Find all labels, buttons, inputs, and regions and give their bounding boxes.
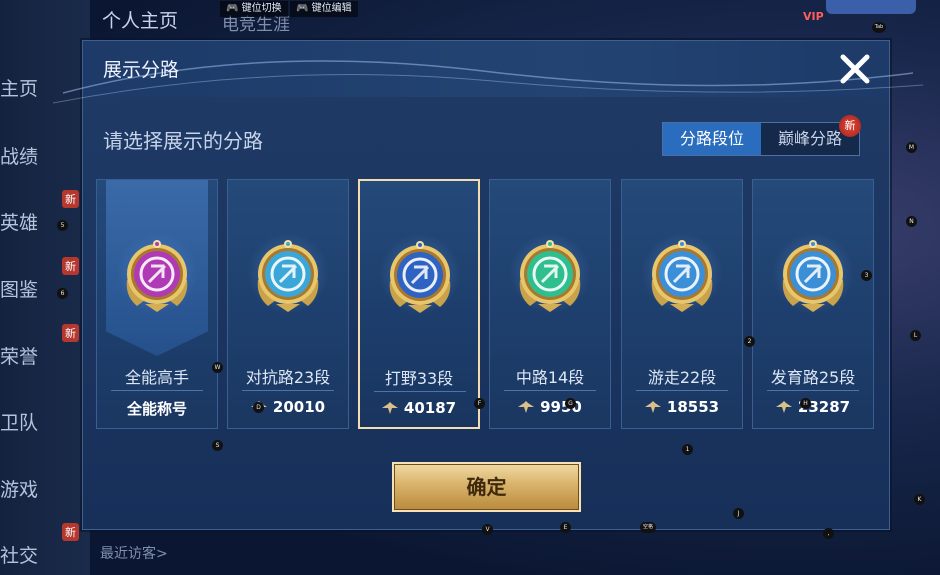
close-button[interactable]	[835, 49, 875, 89]
route-select-dialog: 展示分路 请选择展示的分路 分路段位 巅峰分路 新 全能高手 全能称号 对抗路23段…	[53, 40, 923, 530]
card-divider	[504, 390, 596, 391]
key-hint-marker: H	[800, 398, 811, 409]
rank-points-icon	[518, 401, 535, 413]
key-hint-marker: W	[212, 362, 223, 373]
sidebar-item-5[interactable]: 荣誉	[0, 342, 60, 369]
sidebar-item-8[interactable]: 社交	[0, 541, 60, 568]
tab-route-rank[interactable]: 分路段位	[663, 123, 761, 155]
route-card-2[interactable]: 对抗路23段 20010	[227, 179, 349, 429]
sidebar-new-badge: 新	[62, 324, 79, 342]
gamepad-icon: 🎮	[296, 3, 312, 14]
key-hint-marker: ,	[823, 528, 834, 539]
key-hint-marker: 2	[744, 336, 755, 347]
route-score: 23287	[753, 398, 873, 416]
key-hint-tab: Tab	[872, 22, 886, 33]
card-divider	[374, 391, 466, 392]
route-card-1[interactable]: 全能高手 全能称号	[96, 179, 218, 429]
route-score: 全能称号	[97, 398, 217, 419]
key-edit-hint[interactable]: 🎮 键位编辑	[290, 1, 358, 17]
key-hint-marker: K	[914, 494, 925, 505]
sidebar-new-badge: 新	[62, 523, 79, 541]
route-card-4[interactable]: 中路14段 9950	[489, 179, 611, 429]
key-hint-marker: 空格	[640, 522, 656, 533]
rank-points-icon	[644, 401, 661, 413]
sidebar-item-2[interactable]: 战绩	[0, 142, 60, 169]
vip-badge: VIP	[803, 10, 824, 23]
route-score-value: 18553	[666, 398, 720, 416]
sidebar-item-1[interactable]: 主页	[0, 74, 60, 101]
route-card-3[interactable]: 打野33段 40187	[358, 179, 480, 429]
route-card-6[interactable]: 发育路25段 23287	[752, 179, 874, 429]
key-hint-marker: D	[253, 402, 264, 413]
recent-visitors-link[interactable]: 最近访客>	[100, 543, 168, 563]
route-score: 18553	[622, 398, 742, 416]
route-medal-icon	[519, 240, 581, 312]
key-hint-marker: M	[906, 142, 917, 153]
sidebar-new-badge: 新	[62, 190, 79, 208]
key-hint-marker: N	[906, 216, 917, 227]
sidebar-item-6[interactable]: 卫队	[0, 408, 60, 435]
route-score: 20010	[228, 398, 348, 416]
route-name: 发育路25段	[770, 368, 856, 387]
header-swoosh-decoration	[53, 60, 923, 104]
key-hint-marker: J	[733, 508, 744, 519]
all-round-medal-icon	[126, 240, 188, 312]
sidebar-item-7[interactable]: 游戏	[0, 475, 60, 502]
key-hint-marker: E	[560, 522, 571, 533]
card-divider	[242, 390, 334, 391]
dialog-subtitle: 请选择展示的分路	[103, 129, 263, 153]
route-medal-icon	[651, 240, 713, 312]
key-hint-marker: 5	[57, 220, 68, 231]
route-medal-icon	[389, 241, 451, 313]
key-hint-marker: S	[212, 440, 223, 451]
key-hint-marker: V	[482, 524, 493, 535]
route-name: 对抗路23段	[245, 368, 331, 387]
card-divider	[767, 390, 859, 391]
route-name: 全能高手	[124, 368, 189, 387]
key-switch-hint[interactable]: 🎮 键位切换	[220, 1, 288, 17]
route-score: 9950	[490, 398, 610, 416]
route-card-5[interactable]: 游走22段 18553	[621, 179, 743, 429]
key-hint-marker: 1	[682, 444, 693, 455]
route-score: 40187	[360, 399, 478, 417]
confirm-button[interactable]: 确定	[392, 462, 581, 512]
route-tabs: 分路段位 巅峰分路	[662, 122, 860, 156]
route-score-value: 20010	[272, 398, 326, 416]
sidebar-new-badge: 新	[62, 257, 79, 275]
profile-title: 个人主页	[102, 10, 179, 32]
dialog-title: 展示分路	[103, 59, 180, 81]
route-name: 打野33段	[384, 369, 454, 388]
sidebar-item-4[interactable]: 图鉴	[0, 275, 60, 302]
route-name: 游走22段	[647, 368, 717, 387]
sidebar-item-3[interactable]: 英雄	[0, 208, 60, 235]
rank-points-icon	[775, 401, 792, 413]
key-hint-marker: L	[910, 330, 921, 341]
gamepad-icon: 🎮	[226, 3, 242, 14]
route-medal-icon	[257, 240, 319, 312]
key-hint-marker: 3	[861, 270, 872, 281]
new-badge: 新	[839, 115, 861, 137]
card-divider	[111, 390, 203, 391]
close-icon	[840, 54, 870, 84]
rank-points-icon	[381, 402, 398, 414]
key-hint-marker: F	[474, 398, 485, 409]
top-right-pill[interactable]	[826, 0, 916, 14]
key-hint-marker: 6	[57, 288, 68, 299]
route-medal-icon	[782, 240, 844, 312]
card-divider	[636, 390, 728, 391]
route-score-value: 全能称号	[126, 400, 187, 418]
route-name: 中路14段	[515, 368, 585, 387]
key-hint-marker: G	[565, 398, 576, 409]
route-score-value: 40187	[403, 399, 457, 417]
